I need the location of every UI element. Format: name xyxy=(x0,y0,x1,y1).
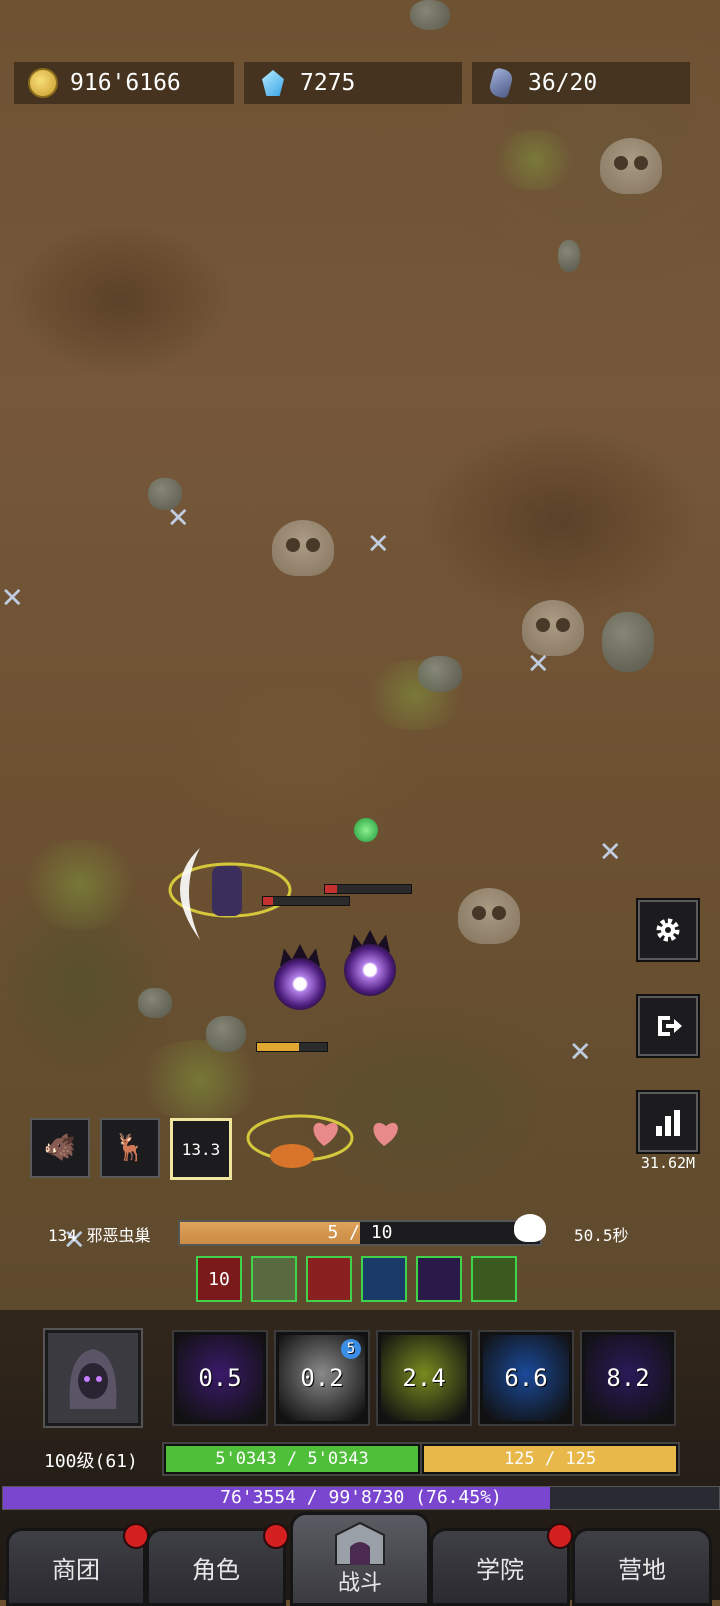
rock-decoration xyxy=(558,240,580,272)
tab-battle[interactable]: 战斗 xyxy=(290,1512,430,1606)
bottom-nav: 商团 角色 战斗 学院 营地 xyxy=(0,1512,720,1606)
warriors-icon xyxy=(251,1256,297,1302)
rock-decoration xyxy=(418,656,462,692)
buff-label: 10 xyxy=(208,1268,230,1290)
stats-button[interactable] xyxy=(638,1092,698,1152)
player-level: 100级(61) xyxy=(44,1451,138,1472)
tab-guild[interactable]: 商团 xyxy=(6,1523,149,1606)
skill-cooldown: 8.2 xyxy=(606,1364,650,1392)
rune-stone-icon xyxy=(486,66,516,100)
pet-slot-deer[interactable]: 🦌 xyxy=(100,1118,160,1178)
serpent-icon xyxy=(306,1256,352,1302)
hero-slash-effect xyxy=(168,848,292,940)
xp-bar: 76'3554 / 99'8730 (76.45%) xyxy=(2,1486,720,1510)
gold-counter: 916'6166 xyxy=(14,62,234,104)
red-rune-icon: 10 xyxy=(196,1256,242,1302)
hero-avatar[interactable] xyxy=(45,1330,141,1426)
gold-value: 916'6166 xyxy=(70,70,181,96)
xp-text: 76'3554 / 99'8730 (76.45%) xyxy=(220,1487,502,1508)
boots-icon xyxy=(471,1256,517,1302)
tab-label: 学院 xyxy=(476,1555,524,1584)
skull-decoration xyxy=(458,888,520,944)
skull-decoration xyxy=(600,138,662,194)
boar-pet-icon: 🐗 xyxy=(43,1133,77,1163)
exit-button[interactable] xyxy=(638,996,698,1056)
shadow-beast-enemy[interactable] xyxy=(270,944,330,1010)
rock-decoration xyxy=(138,988,172,1018)
pet-slot-chest[interactable]: 13.3 xyxy=(170,1118,232,1180)
hp-text: 5'0343 / 5'0343 xyxy=(215,1449,369,1469)
settings-button[interactable] xyxy=(638,900,698,960)
mp-text: 125 / 125 xyxy=(503,1449,597,1469)
grass-patch xyxy=(20,840,140,930)
gem-value: 7275 xyxy=(300,70,356,96)
tab-camp[interactable]: 营地 xyxy=(572,1528,712,1606)
skull-decoration xyxy=(272,520,334,576)
boss-skull-icon xyxy=(514,1214,546,1242)
gem-counter: 7275 xyxy=(244,62,462,104)
bone-projectile-icon: ✕ xyxy=(528,642,549,682)
rock-decoration xyxy=(410,0,450,30)
chest-pet-count: 13.3 xyxy=(181,1139,221,1159)
deer-pet-icon: 🦌 xyxy=(113,1133,147,1163)
wave-progress-text: 5 / 10 xyxy=(327,1222,393,1243)
skill-badge: 5 xyxy=(341,1339,361,1359)
grass-patch xyxy=(490,130,580,190)
buff-row: 10 xyxy=(196,1256,517,1302)
tab-character[interactable]: 角色 xyxy=(146,1523,289,1606)
stage-name: 134 邪恶虫巢 xyxy=(48,1226,151,1245)
stone-counter: 36/20 xyxy=(472,62,690,104)
bone-projectile-icon: ✕ xyxy=(168,496,189,536)
skill-cooldown: 2.4 xyxy=(402,1364,446,1392)
rock-decoration xyxy=(206,1016,246,1052)
gold-coin-icon xyxy=(28,68,58,98)
skill-slot-2[interactable]: 0.2 5 xyxy=(276,1332,368,1424)
dps-value: 31.62M xyxy=(640,1154,696,1172)
enemy-hp-bar xyxy=(256,1042,328,1052)
wave-timer: 50.5秒 xyxy=(574,1226,629,1245)
skill-cooldown: 0.2 xyxy=(300,1364,344,1392)
pet-slots: 🐗 🦌 13.3 xyxy=(30,1118,232,1180)
skill-slot-1[interactable]: 0.5 xyxy=(174,1332,266,1424)
stone-value: 36/20 xyxy=(528,70,598,96)
enemy-hp-bar xyxy=(324,884,412,894)
purple-shade-icon xyxy=(416,1256,462,1302)
skill-slot-5[interactable]: 8.2 xyxy=(582,1332,674,1424)
tab-label: 角色 xyxy=(192,1555,240,1584)
skill-cooldown: 0.5 xyxy=(198,1364,242,1392)
wave-progress-bar: 5 / 10 xyxy=(178,1220,542,1246)
blue-spirit-icon xyxy=(361,1256,407,1302)
green-orb-icon xyxy=(354,818,378,842)
bone-projectile-icon: ✕ xyxy=(600,830,621,870)
skill-slot-4[interactable]: 6.6 xyxy=(480,1332,572,1424)
mp-bar: 125 / 125 xyxy=(422,1444,678,1474)
shadow-beast-enemy[interactable] xyxy=(340,930,400,996)
bone-projectile-icon: ✕ xyxy=(570,1030,591,1070)
pet-companion-effect xyxy=(246,1114,398,1168)
tab-label: 商团 xyxy=(52,1555,100,1584)
castle-gate-icon xyxy=(335,1521,385,1565)
gear-icon xyxy=(656,918,680,942)
notification-dot xyxy=(547,1523,573,1549)
pet-slot-boar[interactable]: 🐗 xyxy=(30,1118,90,1178)
rock-decoration xyxy=(602,612,654,672)
tab-label: 战斗 xyxy=(337,1571,382,1596)
enemy-hp-bar xyxy=(262,896,350,906)
skill-cooldown: 6.6 xyxy=(504,1364,548,1392)
bar-chart-icon xyxy=(656,1110,680,1136)
tab-label: 营地 xyxy=(618,1555,666,1584)
bone-projectile-icon: ✕ xyxy=(368,522,389,562)
skill-slot-3[interactable]: 2.4 xyxy=(378,1332,470,1424)
tab-academy[interactable]: 学院 xyxy=(430,1523,573,1606)
bone-projectile-icon: ✕ xyxy=(2,576,23,616)
hooded-hero-icon xyxy=(69,1349,117,1409)
hp-bar: 5'0343 / 5'0343 xyxy=(164,1444,420,1474)
exit-icon xyxy=(658,1016,682,1036)
notification-dot xyxy=(263,1523,289,1549)
gem-icon xyxy=(258,68,288,98)
